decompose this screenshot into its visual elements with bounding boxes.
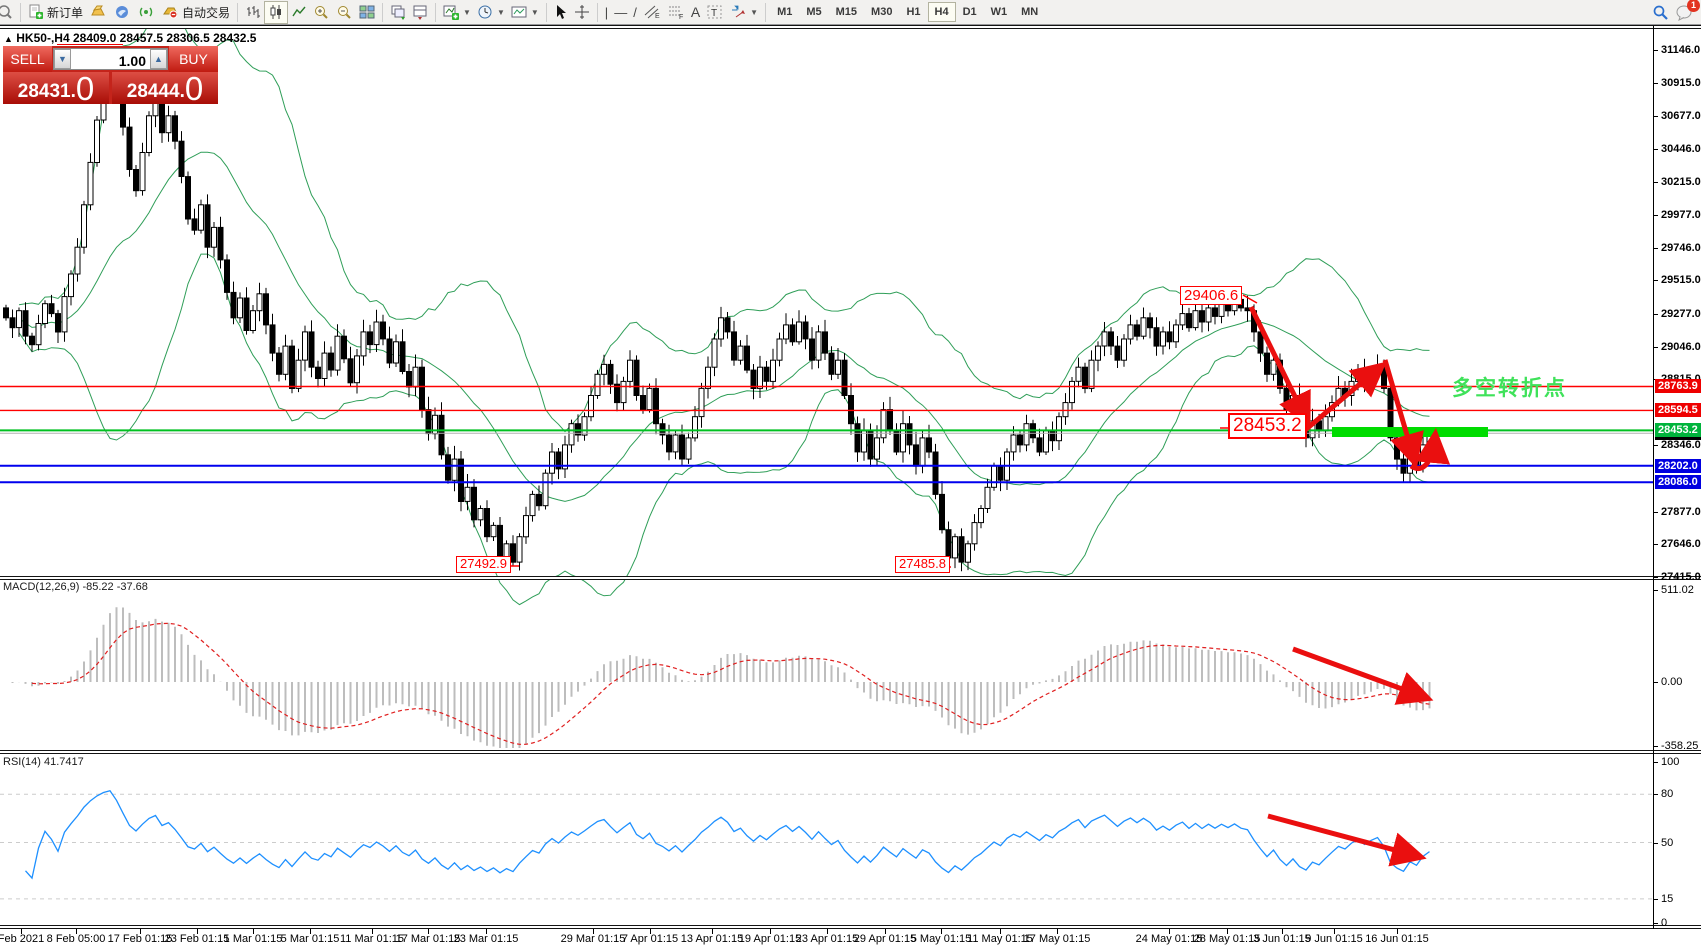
chart-title: ▲ HK50-,H4 28409.0 28457.5 28306.5 28432… [4, 31, 256, 45]
collapse-arrow-icon[interactable]: ▲ [4, 34, 13, 44]
chevron-down-icon: ▼ [463, 7, 471, 17]
volume-spinner: ▼ 1.00 ▲ [53, 48, 168, 70]
macd-label: MACD(12,26,9) -85.22 -37.68 [3, 581, 148, 593]
trend-arrow [1302, 361, 1387, 433]
sell-price-fraction: 0 [75, 69, 95, 107]
time-axis-border [0, 925, 1701, 929]
svg-text:T: T [711, 8, 717, 19]
sell-price-main: 28431 [17, 81, 71, 103]
tile-windows-icon[interactable] [356, 2, 378, 23]
new-chart-icon [443, 4, 460, 20]
new-order-button[interactable]: 新订单 [25, 2, 86, 23]
timeframe-group: M1 M5 M15 M30 H1 H4 D1 W1 MN [770, 2, 1045, 22]
auto-trading-label: 自动交易 [182, 5, 231, 20]
auto-trading-button[interactable]: 自动交易 [158, 2, 233, 23]
timeframe-m5[interactable]: M5 [799, 2, 828, 22]
timeframe-h4[interactable]: H4 [927, 2, 956, 22]
zoom-in-icon[interactable] [310, 2, 333, 23]
buy-price[interactable]: 28444. 0 [112, 69, 218, 107]
new-chart-button[interactable]: ▼ [440, 2, 474, 23]
candlestick-chart-icon[interactable] [264, 0, 289, 24]
sell-price[interactable]: 28431. 0 [3, 69, 109, 107]
timeframe-m1[interactable]: M1 [770, 2, 799, 22]
chevron-down-icon: ▼ [496, 7, 505, 17]
templates-button[interactable]: ▼ [508, 2, 542, 23]
periods-button[interactable]: ▼ [474, 2, 508, 23]
symbol-period: HK50-,H4 [16, 31, 70, 45]
new-order-icon [28, 4, 44, 20]
zoom-out-icon[interactable] [333, 2, 356, 23]
svg-text:F: F [679, 14, 683, 20]
trend-arrow [1248, 305, 1311, 428]
chart-canvas[interactable] [0, 0, 1701, 948]
search-icon[interactable] [1652, 4, 1669, 21]
buy-price-fraction: 0 [184, 69, 204, 107]
clock-icon [477, 4, 493, 20]
green-highlight-bar [1332, 427, 1488, 437]
crosshair-icon[interactable] [571, 2, 593, 23]
arrange-windows-icon[interactable] [409, 2, 431, 23]
rsi-label: RSI(14) 41.7417 [3, 756, 84, 768]
bar-chart-icon[interactable] [242, 2, 264, 23]
timeframe-m15[interactable]: M15 [829, 2, 864, 22]
buy-button[interactable]: BUY [169, 46, 218, 72]
shapes-icon [730, 4, 746, 20]
sell-button[interactable]: SELL [3, 46, 52, 72]
timeframe-mn[interactable]: MN [1014, 2, 1045, 22]
buy-price-main: 28444 [126, 81, 180, 103]
price-annotation-low1[interactable]: 27492.9 [456, 556, 511, 573]
gold-icon[interactable] [86, 2, 110, 23]
auto-trading-icon [161, 4, 179, 20]
timeframe-m30[interactable]: M30 [864, 2, 899, 22]
cursor-icon[interactable] [551, 2, 571, 23]
main-toolbar: 新订单 自动交易 ▼ ▼ ▼ | — / E F A T ▼ M1 M5 M15… [0, 0, 1701, 25]
vertical-line-icon[interactable]: | [602, 2, 611, 23]
one-click-trading-panel: SELL ▼ 1.00 ▲ BUY 28431. 0 28444. 0 [3, 46, 218, 107]
text-icon[interactable]: A [688, 2, 703, 23]
messenger-icon[interactable] [110, 2, 134, 23]
rsi-splitter[interactable] [0, 750, 1701, 754]
notification-badge: 1 [1687, 0, 1700, 12]
timeframe-d1[interactable]: D1 [956, 2, 984, 22]
macd-splitter[interactable] [0, 576, 1701, 580]
text-label-icon[interactable]: T [703, 2, 727, 23]
volume-decrease-button[interactable]: ▼ [54, 49, 71, 69]
equidistant-channel-icon[interactable]: E [640, 2, 664, 23]
price-annotation-pivot[interactable]: 28453.2 [1228, 413, 1307, 439]
trend-arrow [1267, 813, 1427, 867]
svg-text:E: E [655, 13, 660, 20]
volume-input[interactable]: 1.00 [71, 49, 150, 69]
spread-underline [57, 44, 123, 45]
templates-icon [511, 4, 527, 20]
pivot-text-annotation[interactable]: 多空转折点 [1452, 372, 1567, 402]
shapes-button[interactable]: ▼ [727, 2, 761, 23]
price-annotation-high[interactable]: 29406.6 [1180, 286, 1243, 306]
trendline-icon[interactable]: / [630, 2, 640, 23]
price-axis-line [1653, 26, 1654, 929]
candles [3, 54, 1433, 572]
chat-button[interactable]: 1 [1675, 0, 1700, 21]
chevron-down-icon: ▼ [530, 7, 539, 17]
chevron-down-icon: ▼ [750, 7, 759, 17]
fibonacci-icon[interactable]: F [664, 2, 688, 23]
timeframe-h1[interactable]: H1 [899, 2, 927, 22]
ohlc-values: 28409.0 28457.5 28306.5 28432.5 [72, 31, 257, 45]
horizontal-line-icon[interactable]: — [611, 2, 630, 23]
new-order-label: 新订单 [47, 5, 84, 20]
window-icon[interactable] [0, 2, 16, 23]
price-annotation-low2[interactable]: 27485.8 [895, 556, 950, 573]
line-chart-icon[interactable] [288, 2, 310, 23]
macd-indicator [11, 607, 1431, 748]
rsi-indicator [0, 789, 1653, 900]
volume-increase-button[interactable]: ▲ [150, 49, 167, 69]
timeframe-w1[interactable]: W1 [984, 2, 1015, 22]
cascade-windows-icon[interactable] [387, 2, 409, 23]
chart-top-border [0, 25, 1701, 29]
signal-icon[interactable] [134, 2, 158, 23]
